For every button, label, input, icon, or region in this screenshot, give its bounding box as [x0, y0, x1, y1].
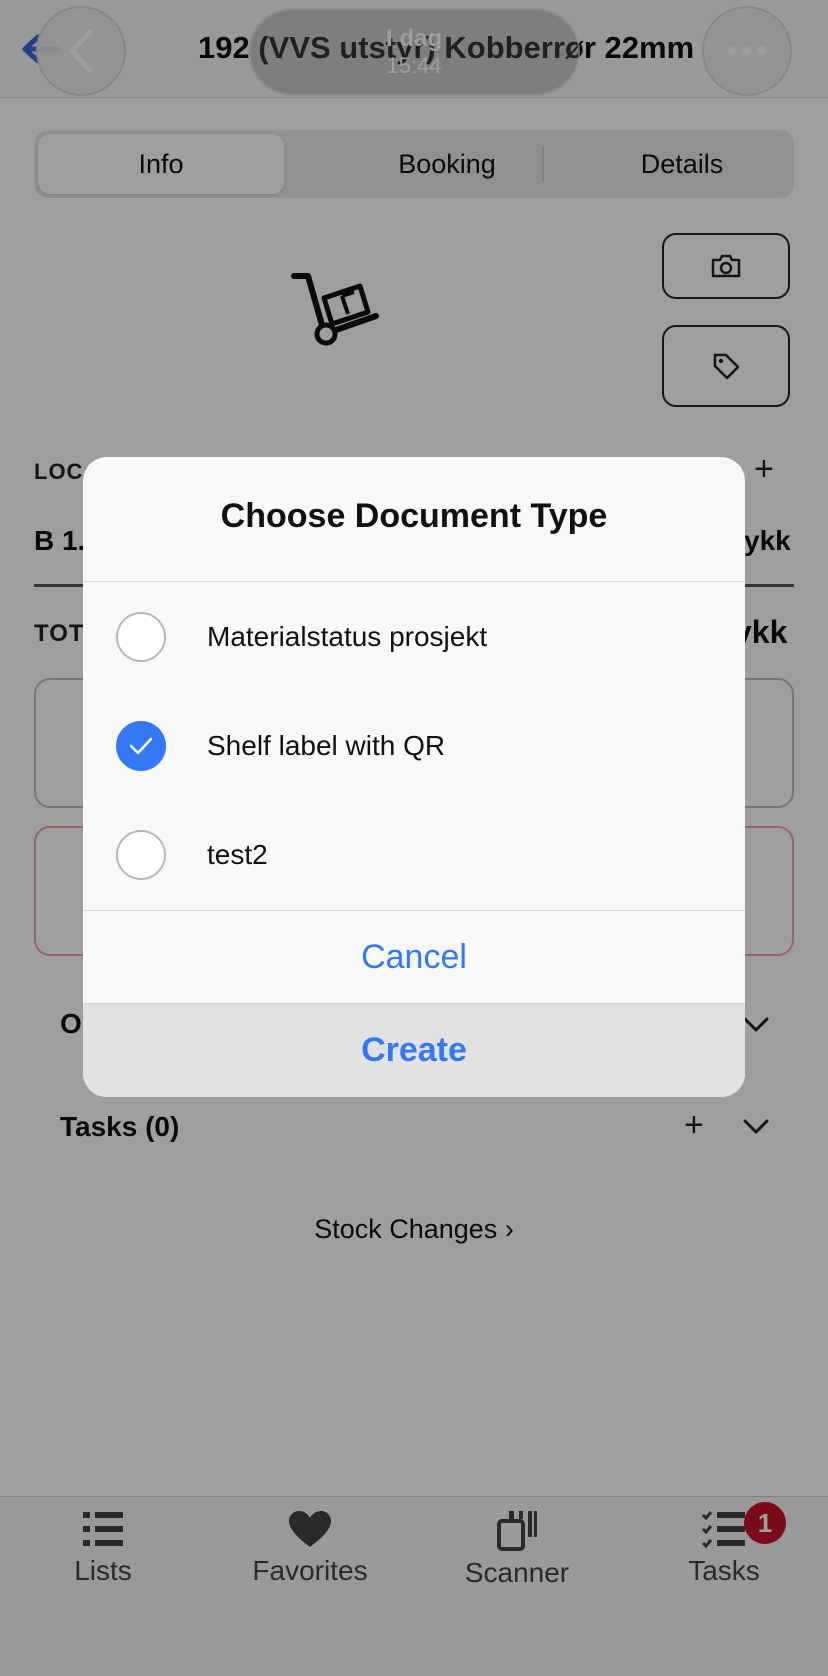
- option-label: Materialstatus prosjekt: [207, 621, 488, 652]
- option-materialstatus[interactable]: Materialstatus prosjekt: [83, 583, 745, 691]
- option-shelf-label[interactable]: Shelf label with QR: [83, 692, 745, 800]
- checkmark-icon: [129, 737, 153, 755]
- radio-unchecked[interactable]: [116, 612, 166, 662]
- cancel-button[interactable]: Cancel: [83, 911, 745, 1003]
- radio-checked[interactable]: [116, 721, 166, 771]
- dialog-title: Choose Document Type: [220, 497, 608, 535]
- dialog-divider: [83, 581, 745, 582]
- option-label: test2: [207, 839, 268, 870]
- document-type-dialog: Choose Document Type Materialstatus pros…: [83, 457, 745, 1097]
- option-label: Shelf label with QR: [207, 730, 446, 761]
- create-button[interactable]: Create: [83, 1004, 745, 1097]
- option-test2[interactable]: test2: [83, 801, 745, 909]
- radio-unchecked[interactable]: [116, 830, 166, 880]
